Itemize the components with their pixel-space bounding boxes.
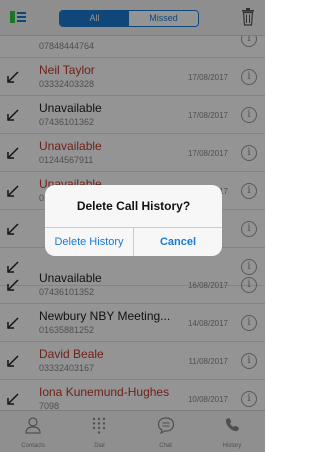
delete-history-button[interactable]: Delete History [45,228,133,256]
dialog-title: Delete Call History? [76,199,191,213]
delete-history-dialog: Delete Call History? Delete History Canc… [45,185,222,256]
dialog-actions: Delete History Cancel [45,227,222,256]
call-history-screen: All Missed 07848444764 i Neil Taylor 033… [0,0,265,452]
cancel-button[interactable]: Cancel [134,228,222,256]
